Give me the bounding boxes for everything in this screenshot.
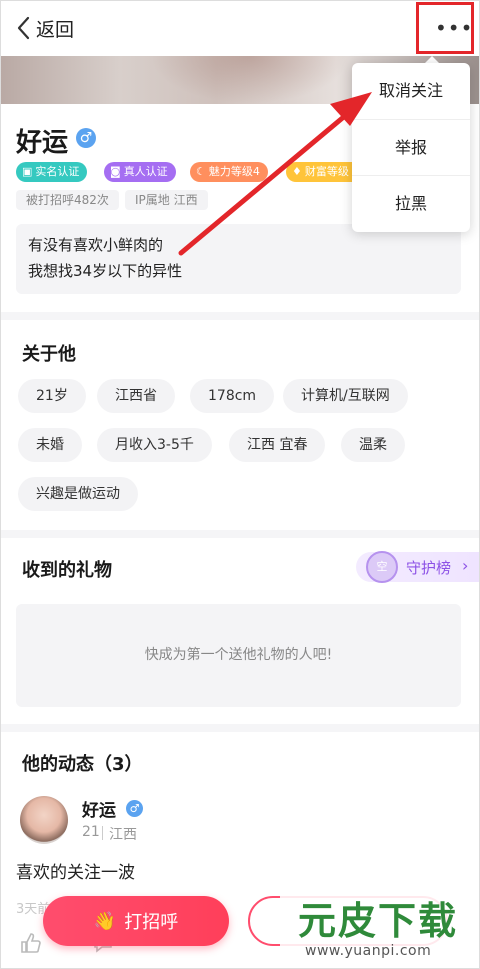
tag: 江西 宜春 — [229, 428, 326, 462]
post-author-age: 21 — [82, 824, 100, 840]
post-author-location: 江西 — [109, 827, 137, 843]
watermark-logo: 元皮下载 — [298, 899, 459, 943]
divider — [102, 826, 103, 840]
greet-count: 被打招呼482次 — [16, 190, 119, 210]
highlight-box — [416, 2, 474, 54]
chevron-right-icon: › — [462, 556, 469, 575]
back-button[interactable]: 返回 — [16, 14, 74, 42]
badge-wealth-level[interactable]: ♦ 财富等级 — [286, 162, 362, 182]
badge-real-person[interactable]: ◙ 真人认证 — [104, 162, 176, 182]
gift-empty-state: 快成为第一个送他礼物的人吧! — [16, 604, 461, 707]
gifts-title: 收到的礼物 — [22, 560, 112, 581]
profile-name: 好运 — [16, 128, 69, 158]
bio-line: 我想找34岁以下的异性 — [28, 262, 183, 280]
screen: 返回 ••• 好运 ♂ ▣ 实名认证 ◙ 真人认证 ☾ 魅力等级4 ♦ 财富等级 被打招… — [0, 0, 480, 969]
more-menu: 取消关注 举报 拉黑 — [352, 63, 470, 232]
greet-button[interactable]: 👋 打招呼 — [43, 896, 229, 946]
back-label: 返回 — [36, 18, 75, 41]
male-icon: ♂ — [126, 800, 143, 817]
tag: 未婚 — [18, 428, 82, 462]
tag: 月收入3-5千 — [97, 428, 212, 462]
wave-hand-icon: 👋 — [93, 910, 117, 932]
badge-real-name[interactable]: ▣ 实名认证 — [16, 162, 88, 182]
guard-avatar: 空 — [366, 551, 398, 583]
guard-ranking-label: 守护榜 — [406, 559, 452, 577]
diamond-icon: ♦ — [292, 165, 302, 178]
moon-icon: ☾ — [196, 165, 206, 178]
post-text: 喜欢的关注一波 — [16, 863, 135, 883]
divider — [0, 724, 480, 732]
tag: 温柔 — [341, 428, 405, 462]
tag: 江西省 — [97, 379, 175, 413]
bio-box: 有没有喜欢小鲜肉的 我想找34岁以下的异性 — [16, 224, 461, 294]
watermark-url: www.yuanpi.com — [305, 943, 432, 959]
top-bar: 返回 ••• — [0, 0, 480, 56]
tag: 计算机/互联网 — [283, 379, 408, 413]
divider — [0, 312, 480, 320]
post-author-name: 好运 — [82, 801, 116, 821]
about-title: 关于他 — [22, 344, 76, 365]
thumbs-up-icon[interactable] — [20, 932, 42, 954]
divider — [0, 530, 480, 538]
tag: 兴趣是做运动 — [18, 477, 138, 511]
menu-item-unfollow[interactable]: 取消关注 — [352, 63, 470, 119]
avatar[interactable] — [20, 796, 68, 844]
menu-item-block[interactable]: 拉黑 — [352, 175, 470, 231]
bio-line: 有没有喜欢小鲜肉的 — [28, 236, 164, 254]
tag: 21岁 — [18, 379, 86, 413]
id-card-icon: ▣ — [22, 165, 33, 178]
badge-charm-level[interactable]: ☾ 魅力等级4 — [190, 162, 268, 182]
menu-item-report[interactable]: 举报 — [352, 119, 470, 175]
ip-location: IP属地 江西 — [125, 190, 208, 210]
greet-label: 打招呼 — [124, 912, 179, 933]
male-icon: ♂ — [76, 128, 96, 148]
chevron-left-icon — [17, 16, 30, 40]
camera-icon: ◙ — [110, 165, 121, 178]
feed-title: 他的动态（3） — [22, 754, 143, 775]
tag: 178cm — [190, 379, 275, 413]
